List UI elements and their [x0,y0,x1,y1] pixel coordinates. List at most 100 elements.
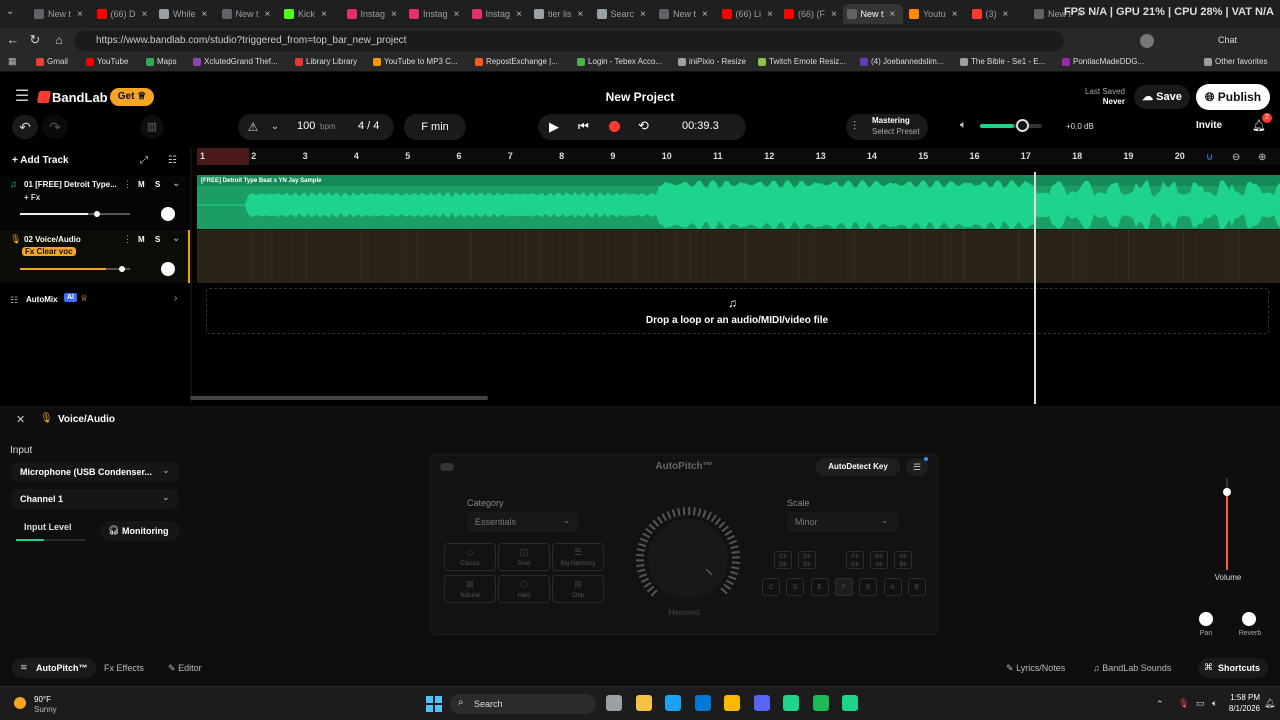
browser-tab[interactable]: (66) D × [93,4,153,24]
bookmark-item[interactable]: YouTube [86,57,128,66]
close-icon[interactable]: × [391,9,397,20]
apps-icon[interactable]: ▦ [8,56,17,67]
close-icon[interactable]: × [952,9,958,20]
microphone-tray-icon[interactable]: 🎙︎ [1178,698,1189,709]
bandlab-app-icon[interactable] [842,695,858,711]
tab-search-icon[interactable]: ⌄ [6,6,20,20]
reverb-knob[interactable] [1242,612,1256,626]
pan-knob[interactable] [1199,612,1213,626]
lyrics-notes-button[interactable]: ✎ Lyrics/Notes [1006,663,1065,674]
bookmark-item[interactable]: Gmail [36,57,68,66]
get-button[interactable]: Get ♕ [110,88,154,106]
more-icon[interactable]: ⋮ [123,179,132,190]
autodetect-key-button[interactable]: AutoDetect Key [816,458,900,476]
other-favorites[interactable]: Other favorites [1204,57,1267,66]
speaker-icon[interactable]: 🔈︎ [960,119,967,132]
scale-key-button[interactable]: B [907,578,926,596]
track-name-2[interactable]: 02 Voice/Audio [24,235,81,244]
browser-tab[interactable]: While × [155,4,215,24]
pan-knob-1[interactable] [161,207,175,221]
heaviest-knob[interactable] [632,503,744,615]
scale-key-button[interactable]: F [834,578,853,596]
scale-key-button[interactable]: E [810,578,829,596]
browser-tab[interactable]: New t × [218,4,278,24]
close-icon[interactable]: × [831,9,837,20]
network-icon[interactable]: ▭ [1196,698,1205,709]
close-icon[interactable]: × [202,9,208,20]
notifications-icon[interactable]: 🔔︎ [1264,698,1275,709]
invite-button[interactable]: Invite [1196,120,1222,131]
browser-tab[interactable]: (3) × [968,4,1028,24]
publish-button[interactable]: 🌐︎ Publish [1196,84,1270,110]
scale-key-button[interactable]: A# Bb [894,551,912,569]
horizontal-scrollbar[interactable] [190,396,488,400]
clock-time[interactable]: 1:58 PM [1226,693,1260,702]
home-icon[interactable]: ⌂ [50,28,68,52]
close-icon[interactable]: × [890,9,896,20]
master-volume-slider[interactable] [980,124,1042,128]
pan-knob-2[interactable] [161,262,175,276]
store-icon[interactable] [694,695,711,711]
redo-button[interactable]: ↷ [42,115,68,139]
bpm-value[interactable]: 100 [297,120,315,132]
play-icon[interactable]: ▶ [549,119,559,135]
mute-button-1[interactable]: M [138,180,145,189]
record-icon[interactable] [609,121,620,132]
track-volume-handle-2[interactable] [119,266,125,272]
weather-temp[interactable]: 90°F [34,695,51,704]
profile-avatar[interactable] [1140,34,1154,48]
file-explorer-icon[interactable] [635,695,652,711]
skip-back-icon[interactable]: ⏮ [578,119,589,134]
autopitch-effect-button[interactable]: ⊠ Natural [444,575,496,603]
close-icon[interactable]: × [265,9,271,20]
close-icon[interactable]: × [321,9,327,20]
bookmark-item[interactable]: XclutedGrand Thef... [193,57,278,66]
browser-tab[interactable]: (66) (F × [780,4,840,24]
scale-key-button[interactable]: G# Ab [870,551,888,569]
edge-icon[interactable] [665,695,681,711]
audio-region-beat[interactable]: [FREE] Detroit Type Beat x YN Jay Sample [197,175,1280,229]
close-icon[interactable]: × [578,9,584,20]
solo-button-1[interactable]: S [155,180,160,189]
automix-label[interactable]: AutoMix [26,295,58,304]
chevron-down-icon[interactable]: ⌄ [268,115,282,139]
browser-tab[interactable]: tier lis × [530,4,590,24]
windows-start-icon[interactable] [426,696,442,712]
bandlab-sounds-button[interactable]: ♫ BandLab Sounds [1093,663,1171,673]
tab-editor[interactable]: ✎ Editor [168,663,202,674]
track-volume-handle-1[interactable] [94,211,100,217]
browser-tab[interactable]: (66) Li × [718,4,778,24]
taskview-icon[interactable] [606,695,622,711]
refresh-icon[interactable]: ↻ [26,28,44,52]
close-icon[interactable]: × [640,9,646,20]
bookmark-item[interactable]: The Bible - Se1 - E... [960,57,1045,66]
add-track-button[interactable]: + Add Track [12,155,69,166]
chevron-down-icon[interactable]: ⌄ [172,233,180,244]
more-icon[interactable]: ⋮ [123,234,132,245]
close-icon[interactable]: ✕ [16,413,25,426]
autopitch-toggle[interactable] [440,463,454,471]
bookmark-item[interactable]: (4) Joebannedslim... [860,57,943,66]
snap-icon[interactable]: ⊍ [1206,152,1213,163]
browser-tab[interactable]: Instag × [343,4,403,24]
scale-key-button[interactable]: G [859,578,878,596]
metronome-icon[interactable]: ⚠ [246,115,260,139]
chevron-down-icon[interactable]: ⌄ [172,178,180,189]
keyboard-button[interactable]: ▥ [140,115,164,139]
close-icon[interactable]: × [702,9,708,20]
bookmark-item[interactable]: iniPixio - Resize [678,57,746,66]
scale-key-button[interactable]: C# Db [774,551,792,569]
taskbar-search[interactable] [450,694,596,714]
scale-key-button[interactable]: A [883,578,902,596]
playhead[interactable] [1034,172,1036,404]
project-title[interactable]: New Project [560,90,720,104]
bookmark-item[interactable]: Maps [146,57,177,66]
clock-date[interactable]: 8/1/2026 [1222,704,1260,713]
key-selector[interactable]: F min [404,114,466,140]
discord-icon[interactable] [753,695,770,711]
copilot-icon[interactable] [724,695,740,711]
track-volume-slider-2[interactable] [20,268,130,270]
browser-tab[interactable]: New t × [655,4,715,24]
drop-zone[interactable] [206,288,1269,334]
close-icon[interactable]: × [77,9,83,20]
